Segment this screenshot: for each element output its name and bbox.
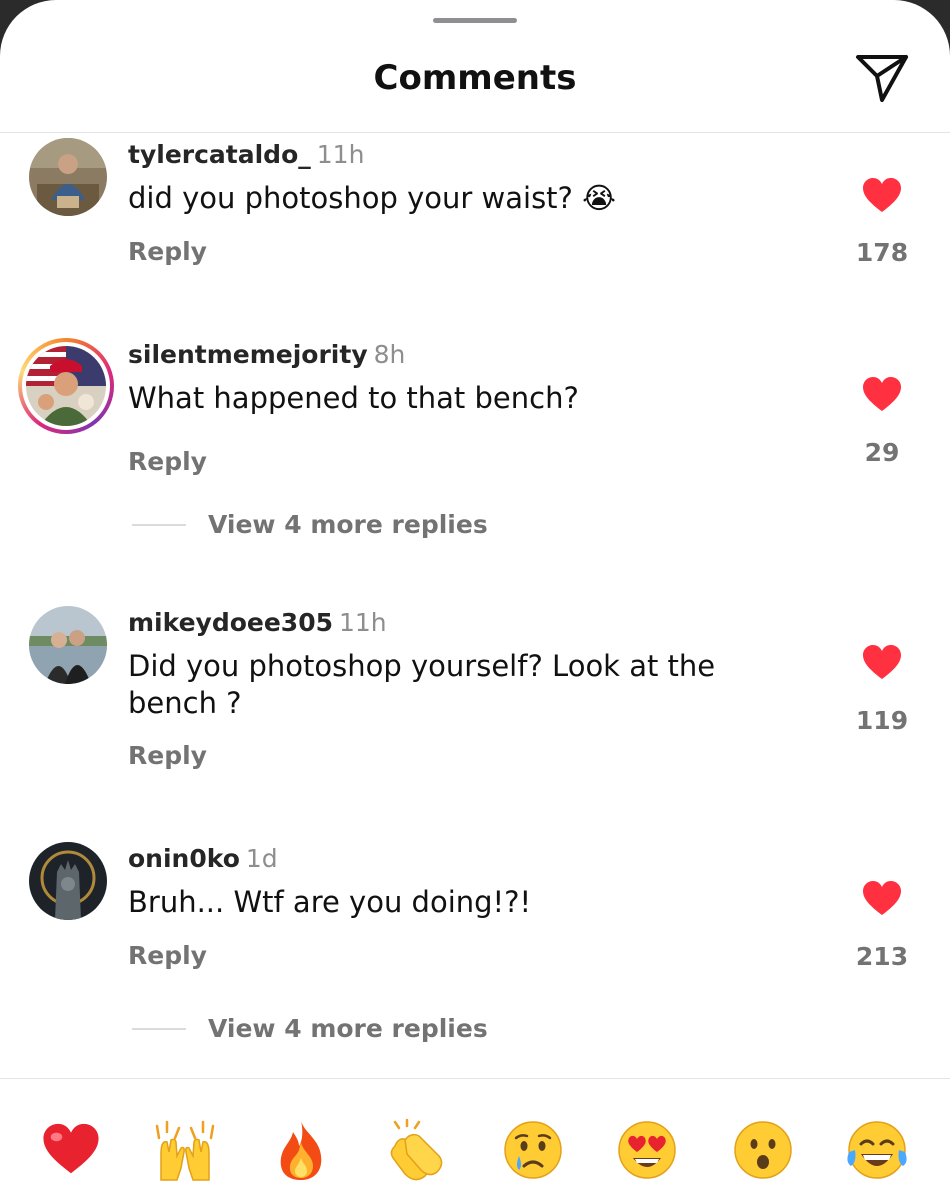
avatar[interactable] (29, 606, 107, 684)
comment-meta: tylercataldo_ 11h (128, 140, 364, 169)
raising-hands-icon (155, 1120, 215, 1181)
heart-icon[interactable] (862, 178, 902, 214)
red-heart-icon (43, 1123, 99, 1174)
crying-face-icon (504, 1121, 562, 1179)
avatar[interactable] (29, 138, 107, 216)
comment-username[interactable]: silentmemejority (128, 340, 368, 369)
emoji-button-heart-eyes[interactable] (612, 1115, 682, 1185)
heart-icon[interactable] (862, 645, 902, 681)
paper-plane-icon (856, 55, 908, 102)
like-count: 119 (855, 706, 909, 735)
emoji-button-clapping-hands[interactable] (382, 1115, 452, 1185)
avatar[interactable] (29, 842, 107, 920)
heart-icon[interactable] (862, 881, 902, 917)
comments-sheet: Comments tylercataldo_ 11h did you photos… (0, 0, 950, 1200)
comment-time: 11h (316, 140, 365, 169)
sheet-grabber-handle[interactable] (433, 18, 517, 23)
avatar-photo (29, 842, 107, 920)
avatar-photo (29, 606, 107, 684)
comment-meta: mikeydoee305 11h (128, 608, 387, 637)
avatar-photo (26, 346, 106, 426)
comment-username[interactable]: mikeydoee305 (128, 608, 333, 637)
share-button[interactable] (852, 50, 912, 106)
emoji-button-raising-hands[interactable] (150, 1115, 220, 1185)
divider (132, 523, 186, 526)
view-more-replies-button[interactable]: View 4 more replies (132, 1014, 488, 1043)
emoji-button-red-heart[interactable] (36, 1115, 106, 1185)
comment-time: 8h (373, 340, 406, 369)
comment-text: What happened to that bench? (128, 381, 579, 415)
divider (132, 1027, 186, 1030)
emoji-button-tears-of-joy[interactable] (842, 1115, 912, 1185)
like-count: 213 (855, 942, 909, 971)
clapping-hands-icon (390, 1118, 443, 1181)
emoji-button-sad-face[interactable] (498, 1115, 568, 1185)
emoji-button-surprised-face[interactable] (728, 1115, 798, 1185)
view-more-replies-label: View 4 more replies (208, 510, 488, 539)
heart-eyes-face-icon (618, 1121, 676, 1179)
avatar (26, 346, 106, 426)
avatar-photo (29, 138, 107, 216)
like-count: 29 (864, 438, 900, 467)
fire-icon (280, 1120, 322, 1180)
emoji-button-fire[interactable] (266, 1115, 336, 1185)
comment-meta: silentmemejority 8h (128, 340, 405, 369)
comment-text: Did you photoshop yourself? Look at the … (128, 649, 716, 720)
like-count: 178 (855, 238, 909, 267)
comment-username[interactable]: onin0ko (128, 844, 240, 873)
view-more-replies-button[interactable]: View 4 more replies (132, 510, 488, 539)
comment-time: 11h (339, 608, 387, 637)
comment-meta: onin0ko 1d (128, 844, 278, 873)
comments-header: Comments (0, 0, 950, 133)
reply-button[interactable]: Reply (128, 741, 207, 770)
page-title: Comments (373, 58, 577, 98)
comment-time: 1d (245, 844, 278, 873)
reply-button[interactable]: Reply (128, 237, 207, 266)
avatar-story-ring[interactable] (18, 338, 114, 434)
heart-icon[interactable] (862, 377, 902, 413)
comment-text: Bruh... Wtf are you doing!?! (128, 885, 532, 919)
reply-button[interactable]: Reply (128, 447, 207, 476)
comment-username[interactable]: tylercataldo_ (128, 140, 311, 169)
reply-button[interactable]: Reply (128, 941, 207, 970)
comment-text: did you photoshop your waist? 😭 (128, 181, 617, 215)
avatar-ring-gap (22, 342, 110, 430)
surprised-face-icon (734, 1121, 792, 1179)
tears-of-joy-face-icon (847, 1121, 907, 1179)
view-more-replies-label: View 4 more replies (208, 1014, 488, 1043)
emoji-reaction-bar (0, 1078, 950, 1200)
